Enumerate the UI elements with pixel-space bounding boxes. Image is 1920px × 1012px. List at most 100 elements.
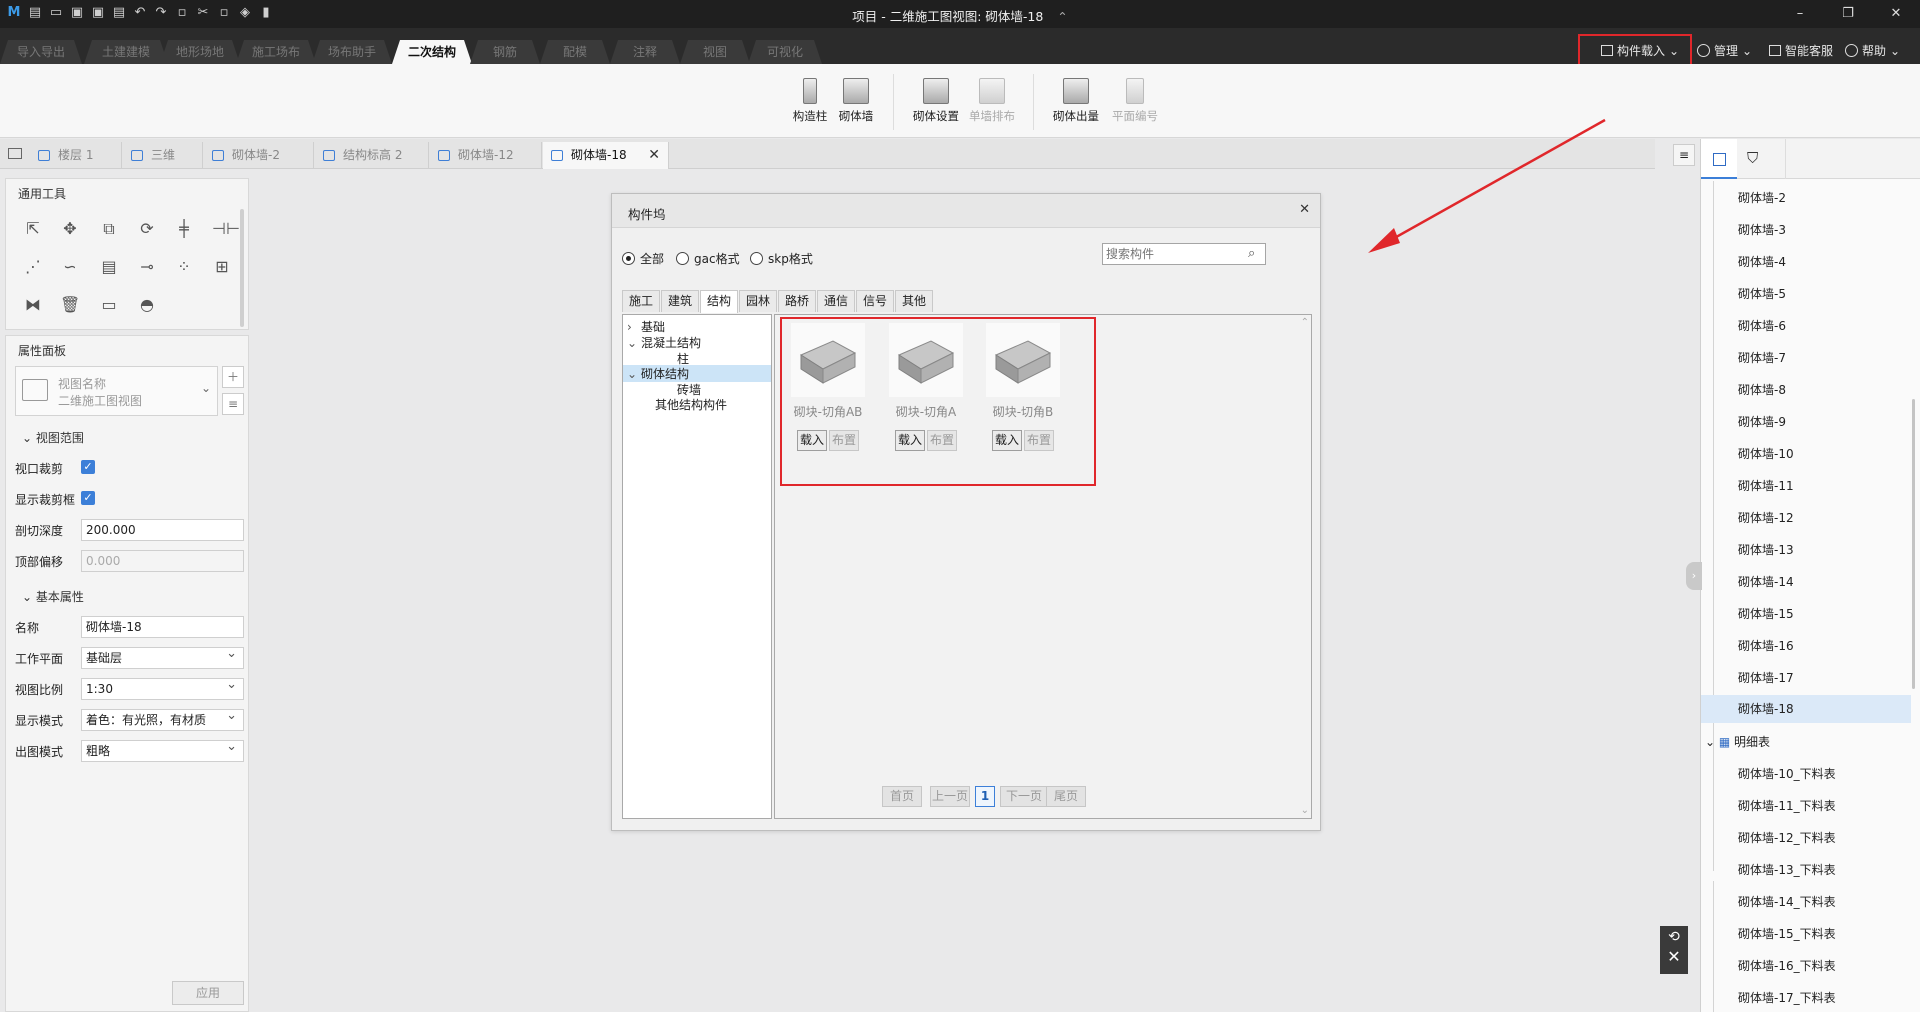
browser-item[interactable]: 砌体墙-5 [1738,285,1786,302]
output-mode-select[interactable]: 粗略 [81,737,244,762]
ribbon-plan-numbering-button[interactable]: 平面编号 [1110,78,1160,124]
display-mode-select[interactable]: 着色：有光照，有材质 [81,706,244,731]
ribbon-masonry-settings-button[interactable]: 砌体设置 [912,78,960,124]
ribbon-masonry-wall-button[interactable]: 砌体墙 [834,78,878,124]
ribbon-single-wall-layout-button[interactable]: 单墙排布 [968,78,1016,124]
browser-item[interactable]: 砌体墙-18 [1701,695,1911,723]
menu-tab-4[interactable]: 场布助手 [312,40,392,64]
category-tab-5[interactable]: 通信 [817,290,855,312]
schedule-item[interactable]: 砌体墙-10_下料表 [1738,765,1836,782]
schedule-item[interactable]: 砌体墙-17_下料表 [1738,989,1836,1006]
radio-gac[interactable]: gac格式 [676,250,740,267]
apply-button[interactable]: 应用 [172,981,244,1005]
category-tab-6[interactable]: 信号 [856,290,894,312]
menu-manage[interactable]: 管理 ⌄ [1697,42,1752,59]
tab-list-icon[interactable] [8,148,22,159]
browser-item[interactable]: 砌体墙-11 [1738,477,1794,494]
doc-tab-4[interactable]: 砌体墙-12 [430,142,542,169]
close-window-button[interactable]: ✕ [1886,5,1906,23]
search-icon[interactable]: ⌕ [1248,246,1255,261]
menu-tab-3[interactable]: 施工场布 [236,40,316,64]
close-floating-icon[interactable]: ✕ [1660,947,1688,966]
section-basic-properties[interactable]: ⌄ 基本属性 [22,588,84,605]
ribbon-construct-column-button[interactable]: 构造柱 [788,78,832,124]
category-tab-4[interactable]: 路桥 [778,290,816,312]
measure-ruler-icon[interactable]: ▭ [99,295,119,315]
scroll-down-icon[interactable]: ⌄ [1301,805,1309,816]
reset-view-icon[interactable]: ⟲ [1660,929,1688,945]
mirror-icon[interactable]: ⧓ [23,295,43,315]
filter-icon[interactable]: ⛉ [1747,149,1758,167]
browser-item[interactable]: 砌体墙-2 [1738,189,1786,206]
tools-scrollbar[interactable] [240,209,244,327]
schedule-item[interactable]: 砌体墙-14_下料表 [1738,893,1836,910]
browser-item[interactable]: 砌体墙-6 [1738,317,1786,334]
offset-icon[interactable]: ∽ [60,257,80,277]
split-icon[interactable]: ⊣⊢ [212,219,240,239]
tree-node-0[interactable]: › 基础 [627,318,665,335]
right-panel-scrollbar[interactable] [1912,399,1915,689]
menu-tab-0[interactable]: 导入导出 [0,40,82,64]
collapse-panel-handle[interactable]: › [1686,562,1702,590]
tree-expander-icon[interactable]: › [627,320,641,334]
edit-type-button[interactable]: ≡ [222,393,244,415]
menu-tab-7[interactable]: 配模 [540,40,610,64]
trim-icon[interactable]: ╪ [174,219,194,239]
top-offset-input[interactable]: 0.000 [81,550,244,572]
menu-tab-10[interactable]: 可视化 [748,40,822,64]
browser-item[interactable]: 砌体墙-14 [1738,573,1794,590]
restore-button[interactable]: ❐ [1838,5,1858,23]
browser-item[interactable]: 砌体墙-16 [1738,637,1794,654]
menu-tab-5[interactable]: 二次结构 [392,40,472,64]
browser-item[interactable]: 砌体墙-7 [1738,349,1786,366]
copy-icon[interactable]: ⧉ [99,219,119,239]
dialog-close-button[interactable]: ✕ [1299,202,1310,217]
schedule-item[interactable]: 砌体墙-13_下料表 [1738,861,1836,878]
schedule-group[interactable]: ⌄ ▦ 明细表 [1705,733,1770,750]
title-caret-icon[interactable]: ⌃ [1057,9,1067,24]
category-tab-1[interactable]: 建筑 [661,290,699,312]
browser-item[interactable]: 砌体墙-13 [1738,541,1794,558]
view-type-selector[interactable]: 视图名称 二维施工图视图 ⌄ [15,366,218,416]
ribbon-masonry-quantity-button[interactable]: 砌体出量 [1052,78,1100,124]
browser-item[interactable]: 砌体墙-15 [1738,605,1794,622]
page-current[interactable]: 1 [975,786,995,807]
minimize-button[interactable]: – [1790,5,1810,23]
menu-tab-8[interactable]: 注释 [610,40,680,64]
schedule-item[interactable]: 砌体墙-12_下料表 [1738,829,1836,846]
browser-item[interactable]: 砌体墙-17 [1738,669,1794,686]
browser-item[interactable]: 砌体墙-3 [1738,221,1786,238]
radio-skp[interactable]: skp格式 [750,250,813,267]
delete-icon[interactable]: 🗑 [60,295,80,315]
browser-item[interactable]: 砌体墙-8 [1738,381,1786,398]
align-icon[interactable]: ⋰ [23,257,43,277]
schedule-item[interactable]: 砌体墙-11_下料表 [1738,797,1836,814]
doc-tab-2[interactable]: 砌体墙-2 [204,142,314,169]
group-icon[interactable]: ⊞ [212,257,232,277]
category-tab-3[interactable]: 园林 [739,290,777,312]
page-last-button[interactable]: 尾页 [1046,786,1086,807]
browser-item[interactable]: 砌体墙-4 [1738,253,1786,270]
menu-tab-9[interactable]: 视图 [680,40,750,64]
scroll-up-icon[interactable]: ⌃ [1301,317,1309,328]
show-crop-box-checkbox[interactable]: ✓ [81,491,95,505]
move-icon[interactable]: ✥ [60,219,80,239]
menu-tab-2[interactable]: 地形场地 [160,40,240,64]
tree-node-1[interactable]: ⌄ 混凝土结构 [627,334,701,351]
view-scale-select[interactable]: 1:30 [81,675,244,700]
page-prev-button[interactable]: 上一页 [930,786,970,807]
tree-expander-icon[interactable]: ⌄ [627,336,641,350]
doc-tab-0[interactable]: 楼层 1 [30,142,122,169]
menu-tab-1[interactable]: 土建建模 [84,40,168,64]
browser-tab[interactable] [1701,139,1737,179]
crop-view-checkbox[interactable]: ✓ [81,460,95,474]
page-next-button[interactable]: 下一页 [1000,786,1048,807]
browser-item[interactable]: 砌体墙-12 [1738,509,1794,526]
section-view-range[interactable]: ⌄ 视图范围 [22,429,84,446]
tabs-menu-icon[interactable]: ≡ [1673,144,1695,166]
doc-tab-1[interactable]: 三维 [123,142,203,169]
close-tab-icon[interactable]: ✕ [648,142,660,169]
browser-item[interactable]: 砌体墙-10 [1738,445,1794,462]
category-tab-0[interactable]: 施工 [622,290,660,312]
schedule-item[interactable]: 砌体墙-15_下料表 [1738,925,1836,942]
